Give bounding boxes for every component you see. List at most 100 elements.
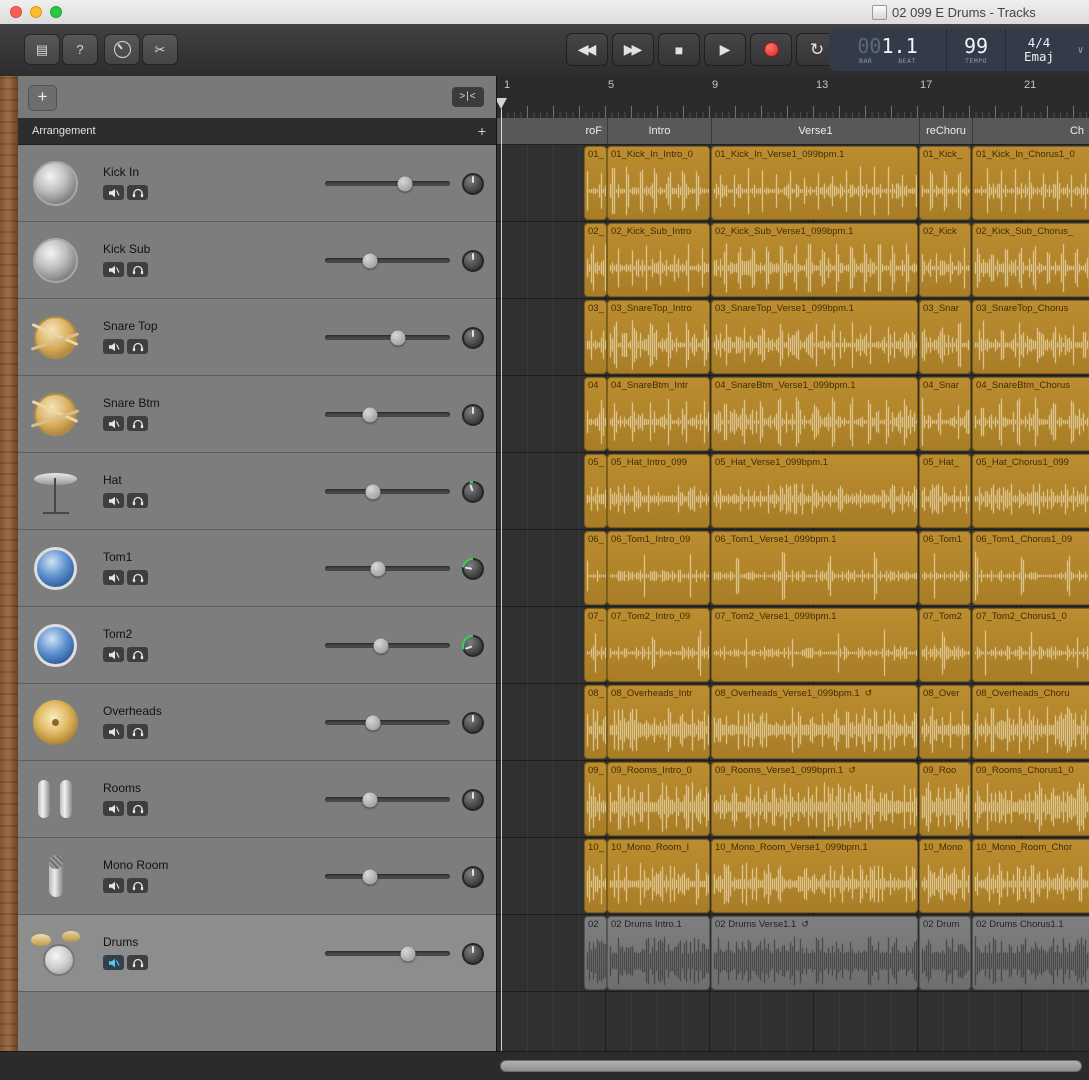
track-header-kick-sub[interactable]: Kick Sub: [18, 222, 496, 299]
library-button[interactable]: ▤: [24, 34, 60, 65]
arrangement-header[interactable]: Arrangement +: [18, 118, 496, 145]
audio-region[interactable]: 10_Mono_Room_Chor: [972, 839, 1089, 913]
audio-region[interactable]: 06_Tom1: [919, 531, 971, 605]
audio-region[interactable]: 09_Rooms_Chorus1_0: [972, 762, 1089, 836]
solo-button[interactable]: [127, 801, 148, 816]
mute-button[interactable]: [103, 724, 124, 739]
audio-region[interactable]: 10_Mono_Room_I: [607, 839, 710, 913]
volume-slider[interactable]: [325, 607, 450, 684]
audio-region[interactable]: 05_Hat_: [919, 454, 971, 528]
audio-region[interactable]: 08_Overheads_Choru: [972, 685, 1089, 759]
pan-knob[interactable]: [462, 173, 484, 195]
audio-region[interactable]: 02 Drums Chorus1.1: [972, 916, 1089, 990]
tuner-button[interactable]: [104, 34, 140, 65]
rewind-button[interactable]: ◀◀: [566, 33, 608, 66]
track-header-mono-room[interactable]: Mono Room: [18, 838, 496, 915]
audio-region[interactable]: 05_Hat_Verse1_099bpm.1: [711, 454, 918, 528]
audio-region[interactable]: 08_: [584, 685, 607, 759]
arrangement-add-button[interactable]: +: [478, 118, 486, 144]
lcd-chevron[interactable]: ∨: [1072, 29, 1089, 71]
track-header-tom1[interactable]: Tom1: [18, 530, 496, 607]
slider-handle[interactable]: [363, 253, 378, 268]
stop-button[interactable]: ■: [658, 33, 700, 66]
audio-region[interactable]: 10_Mono: [919, 839, 971, 913]
pan-knob[interactable]: [462, 250, 484, 272]
pan-knob[interactable]: [462, 789, 484, 811]
slider-handle[interactable]: [363, 869, 378, 884]
audio-region[interactable]: 06_Tom1_Chorus1_09: [972, 531, 1089, 605]
add-track-button[interactable]: +: [28, 85, 57, 111]
ruler[interactable]: 159131721: [497, 76, 1089, 118]
audio-region[interactable]: 03_Snar: [919, 300, 971, 374]
volume-slider[interactable]: [325, 222, 450, 299]
audio-region[interactable]: 03_SnareTop_Intro: [607, 300, 710, 374]
pan-knob[interactable]: [462, 481, 484, 503]
audio-region[interactable]: 02 Drums Intro.1: [607, 916, 710, 990]
editor-button[interactable]: ✂: [142, 34, 178, 65]
audio-region[interactable]: 10_Mono_Room_Verse1_099bpm.1: [711, 839, 918, 913]
pan-knob[interactable]: [462, 635, 484, 657]
volume-slider[interactable]: [325, 299, 450, 376]
audio-region[interactable]: 03_: [584, 300, 607, 374]
solo-button[interactable]: [127, 724, 148, 739]
slider-handle[interactable]: [398, 176, 413, 191]
slider-handle[interactable]: [363, 407, 378, 422]
audio-region[interactable]: 04_SnareBtm_Chorus: [972, 377, 1089, 451]
audio-region[interactable]: 09_Rooms_Verse1_099bpm.1↺: [711, 762, 918, 836]
audio-region[interactable]: 02 Drum: [919, 916, 971, 990]
audio-region[interactable]: 02_: [584, 223, 607, 297]
slider-handle[interactable]: [370, 561, 385, 576]
audio-region[interactable]: 04_SnareBtm_Intr: [607, 377, 710, 451]
audio-region[interactable]: 06_Tom1_Verse1_099bpm.1: [711, 531, 918, 605]
solo-button[interactable]: [127, 339, 148, 354]
mute-button[interactable]: [103, 570, 124, 585]
audio-region[interactable]: 03_SnareTop_Chorus: [972, 300, 1089, 374]
lcd-display[interactable]: 001.1 BARBEAT 99 TEMPO 4/4 Emaj ∨: [829, 29, 1089, 71]
arrangement-marker[interactable]: roF: [497, 118, 607, 144]
volume-slider[interactable]: [325, 915, 450, 992]
audio-region[interactable]: 04: [584, 377, 607, 451]
zoom-window-button[interactable]: [50, 6, 62, 18]
solo-button[interactable]: [127, 878, 148, 893]
solo-button[interactable]: [127, 185, 148, 200]
close-window-button[interactable]: [10, 6, 22, 18]
audio-region[interactable]: 09_: [584, 762, 607, 836]
volume-slider[interactable]: [325, 684, 450, 761]
solo-button[interactable]: [127, 493, 148, 508]
audio-region[interactable]: 02_Kick_Sub_Intro: [607, 223, 710, 297]
mute-button[interactable]: [103, 955, 124, 970]
arrangement-marker[interactable]: Intro: [607, 118, 711, 144]
audio-region[interactable]: 06_: [584, 531, 607, 605]
track-header-kick-in[interactable]: Kick In: [18, 145, 496, 222]
volume-slider[interactable]: [325, 145, 450, 222]
mute-button[interactable]: [103, 493, 124, 508]
pan-knob[interactable]: [462, 712, 484, 734]
quick-help-button[interactable]: ?: [62, 34, 98, 65]
solo-button[interactable]: [127, 262, 148, 277]
volume-slider[interactable]: [325, 761, 450, 838]
arrangement-marker[interactable]: reChoru: [919, 118, 972, 144]
audio-region[interactable]: 09_Roo: [919, 762, 971, 836]
arrangement-marker[interactable]: Ch: [972, 118, 1089, 144]
pan-knob[interactable]: [462, 558, 484, 580]
mute-button[interactable]: [103, 878, 124, 893]
audio-region[interactable]: 01_: [584, 146, 607, 220]
solo-button[interactable]: [127, 955, 148, 970]
audio-region[interactable]: 01_Kick_In_Verse1_099bpm.1: [711, 146, 918, 220]
audio-region[interactable]: 03_SnareTop_Verse1_099bpm.1: [711, 300, 918, 374]
audio-region[interactable]: 07_Tom2_Verse1_099bpm.1: [711, 608, 918, 682]
audio-region[interactable]: 02: [584, 916, 607, 990]
audio-region[interactable]: 04_SnareBtm_Verse1_099bpm.1: [711, 377, 918, 451]
volume-slider[interactable]: [325, 376, 450, 453]
slider-handle[interactable]: [374, 638, 389, 653]
audio-region[interactable]: 02_Kick: [919, 223, 971, 297]
track-header-drums[interactable]: Drums: [18, 915, 496, 992]
pan-knob[interactable]: [462, 943, 484, 965]
audio-region[interactable]: 02 Drums Verse1.1↺: [711, 916, 918, 990]
audio-region[interactable]: 07_: [584, 608, 607, 682]
mute-button[interactable]: [103, 339, 124, 354]
track-header-snare-top[interactable]: Snare Top: [18, 299, 496, 376]
minimize-window-button[interactable]: [30, 6, 42, 18]
playhead[interactable]: [501, 109, 502, 1052]
audio-region[interactable]: 04_Snar: [919, 377, 971, 451]
